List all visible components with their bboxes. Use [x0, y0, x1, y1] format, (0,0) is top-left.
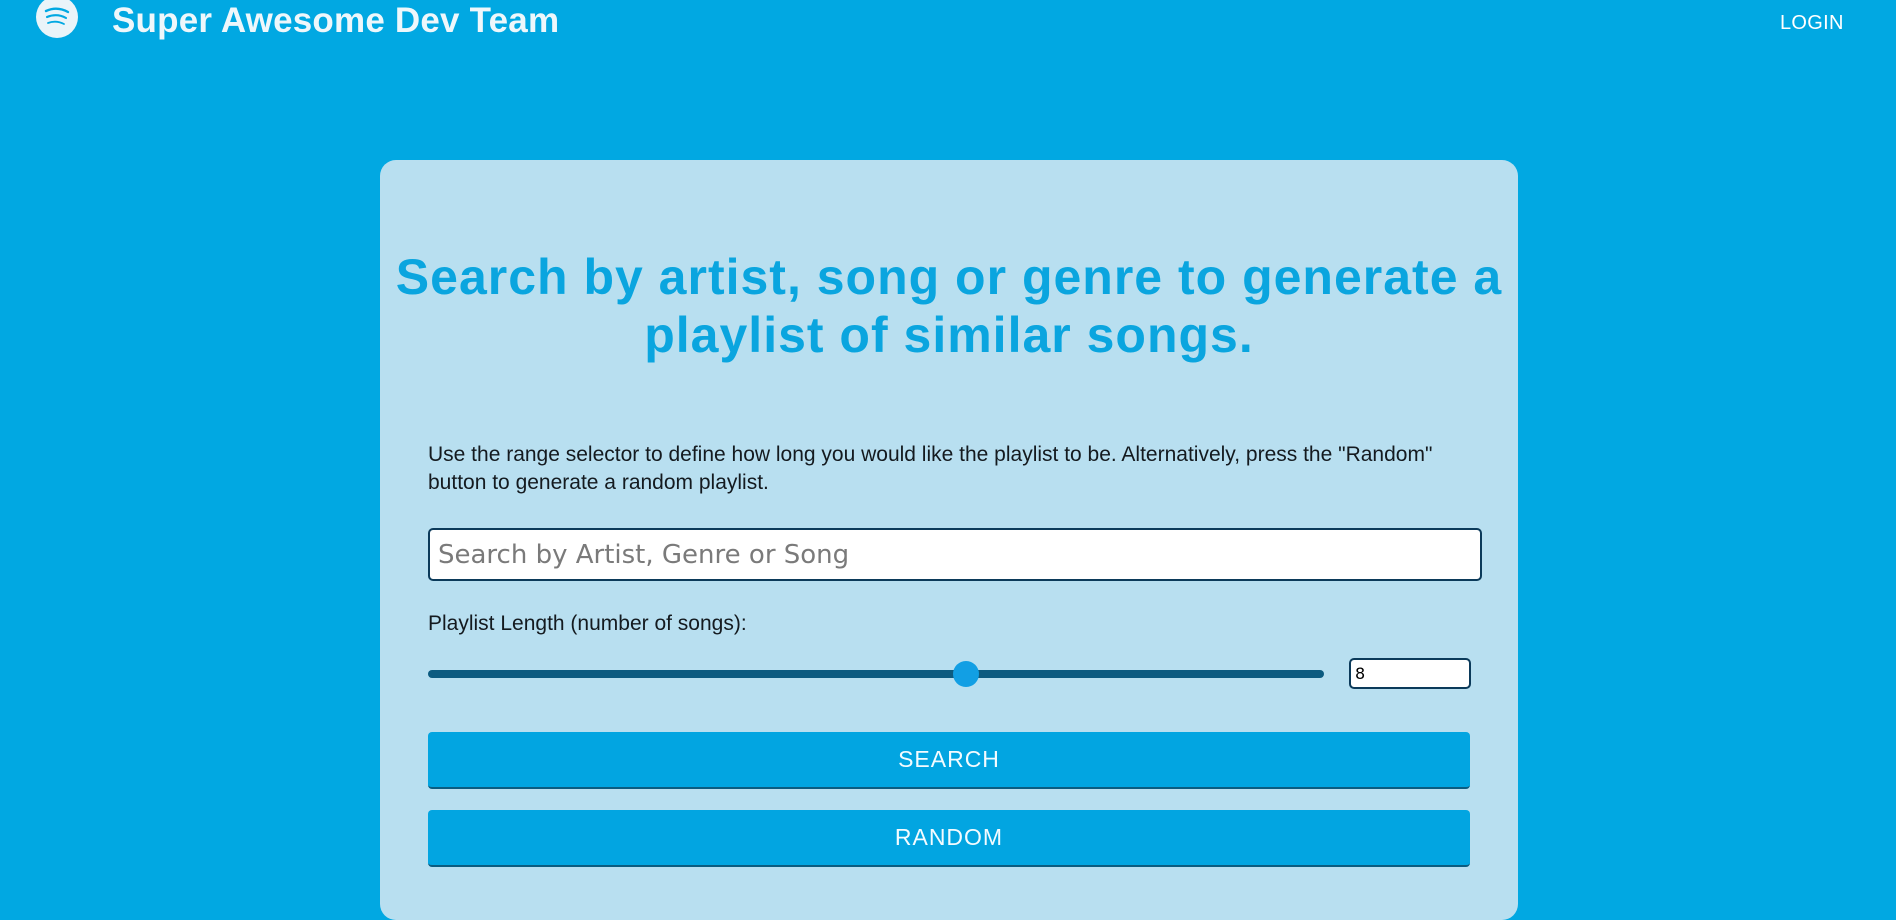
playlist-length-slider[interactable] — [428, 659, 1324, 689]
brand-title[interactable]: Super Awesome Dev Team — [112, 1, 559, 41]
page-headline: Search by artist, song or genre to gener… — [395, 249, 1503, 363]
search-input[interactable] — [428, 528, 1482, 581]
random-button[interactable]: RANDOM — [428, 810, 1470, 867]
instructions-text: Use the range selector to define how lon… — [428, 443, 1433, 494]
playlist-length-input[interactable] — [1349, 658, 1471, 689]
spotify-logo-icon[interactable] — [36, 0, 78, 38]
search-card: Search by artist, song or genre to gener… — [380, 160, 1518, 920]
search-button[interactable]: SEARCH — [428, 732, 1470, 789]
top-bar: Super Awesome Dev Team LOGIN — [0, 0, 1896, 50]
login-link[interactable]: LOGIN — [1780, 12, 1844, 35]
slider-thumb[interactable] — [952, 661, 979, 687]
slider-track[interactable] — [428, 670, 1324, 678]
playlist-length-label: Playlist Length (number of songs): — [428, 612, 747, 635]
